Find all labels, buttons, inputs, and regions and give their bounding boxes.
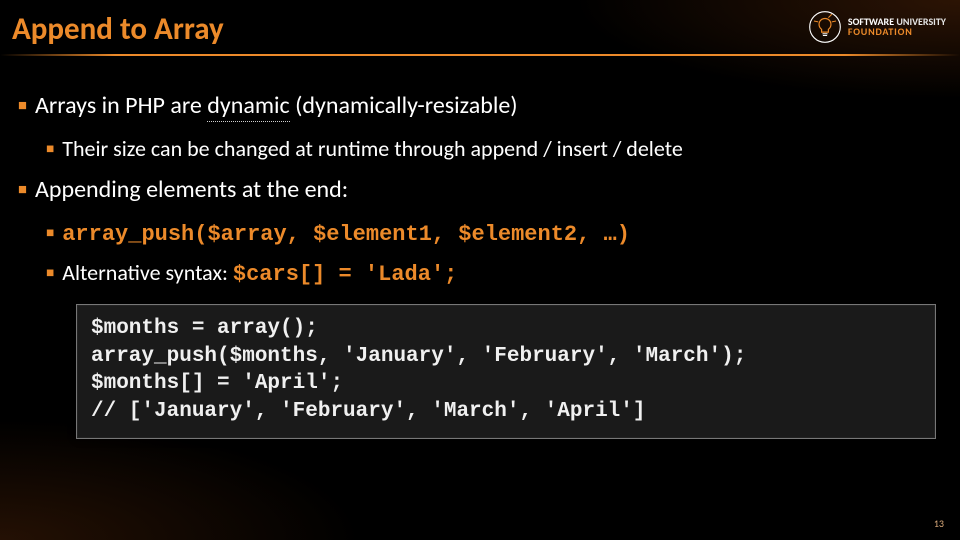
page-number: 13 — [934, 517, 944, 530]
slide-content: ■ Arrays in PHP are dynamic (dynamically… — [0, 80, 960, 439]
logo-text: SOFTWARE UNIVERSITY FOUNDATION — [848, 17, 946, 38]
bullet-icon: ■ — [46, 258, 54, 279]
bullet-icon: ■ — [18, 90, 27, 113]
bullet-icon: ■ — [18, 174, 27, 197]
text: Their size can be changed at runtime thr… — [62, 134, 938, 164]
text-dynamic: dynamic — [207, 91, 289, 122]
text: Alternative syntax: — [62, 259, 233, 286]
logo: SOFTWARE UNIVERSITY FOUNDATION — [808, 10, 946, 44]
text: Arrays in PHP are — [35, 91, 207, 120]
lightbulb-icon — [808, 10, 842, 44]
bullet-size: ■ Their size can be changed at runtime t… — [46, 134, 938, 164]
code-block: $months = array(); array_push($months, '… — [76, 304, 936, 439]
code-inline: array_push($array, $element1, $element2,… — [62, 222, 630, 247]
text: (dynamically-resizable) — [290, 91, 518, 120]
bullet-icon: ■ — [46, 218, 54, 239]
title-underline — [0, 54, 960, 56]
bullet-alt-syntax: ■ Alternative syntax: $cars[] = 'Lada'; — [46, 258, 938, 290]
text: Appending elements at the end: — [35, 174, 938, 206]
code-inline: $cars[] = 'Lada'; — [233, 262, 457, 287]
bullet-dynamic: ■ Arrays in PHP are dynamic (dynamically… — [18, 90, 938, 122]
bullet-icon: ■ — [46, 134, 54, 155]
bullet-array-push: ■ array_push($array, $element1, $element… — [46, 218, 938, 250]
bullet-append: ■ Appending elements at the end: — [18, 174, 938, 206]
